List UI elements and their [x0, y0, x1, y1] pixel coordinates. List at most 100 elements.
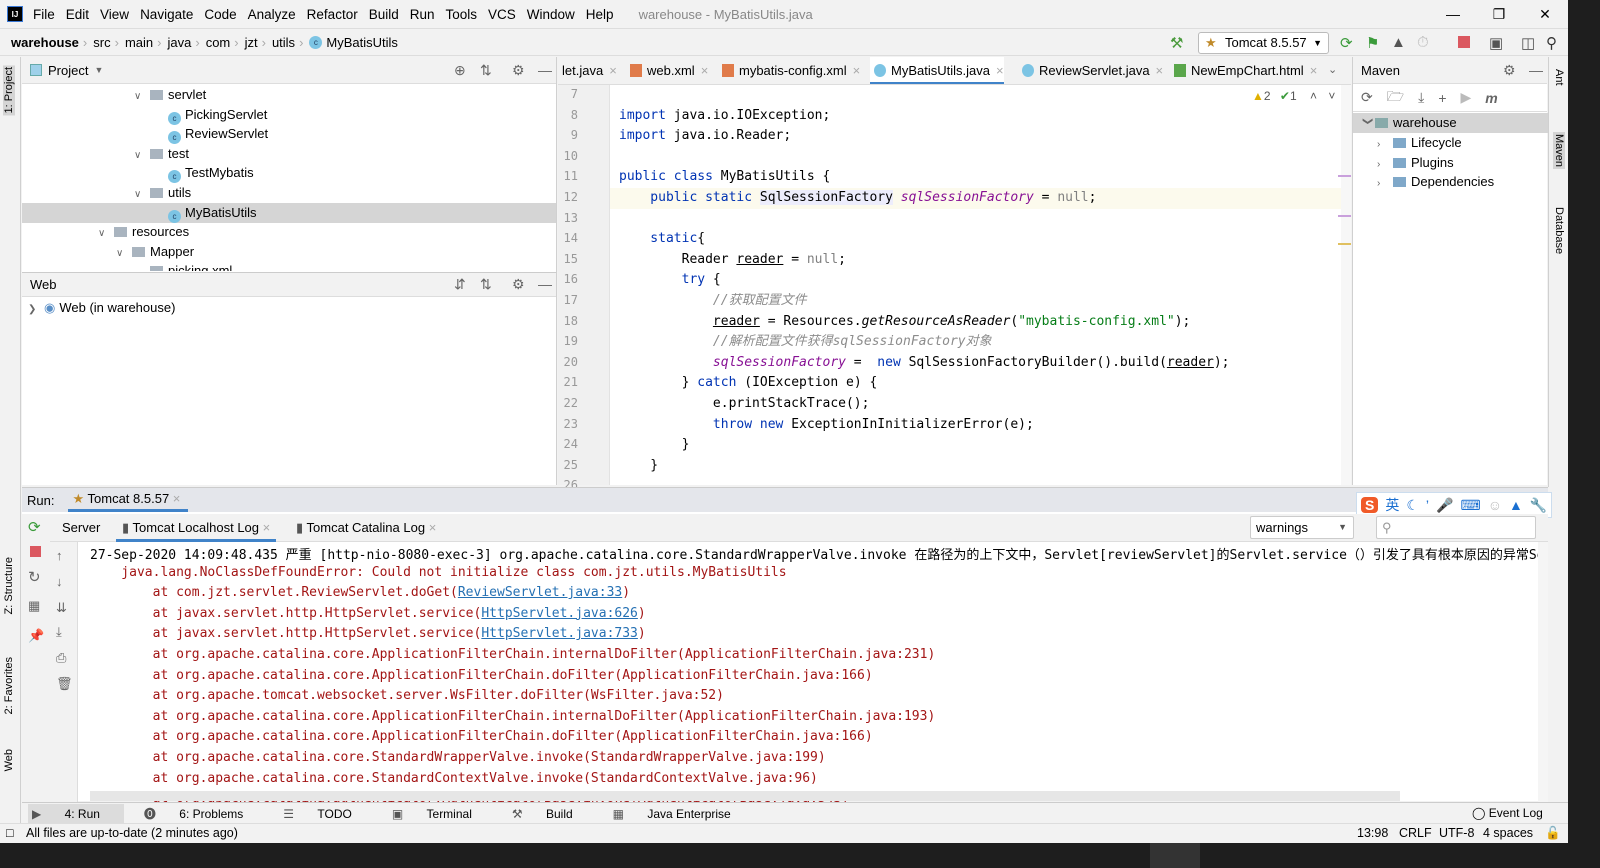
menu-refactor[interactable]: Refactor — [307, 7, 358, 22]
menu-window[interactable]: Window — [527, 7, 575, 22]
hide-icon[interactable]: — — [538, 62, 552, 78]
breadcrumb-item[interactable]: src — [93, 35, 110, 50]
inspection-widget[interactable]: ▲2 ✔1 ˄ ˅ — [1252, 89, 1335, 103]
breadcrumb-item[interactable]: MyBatisUtils — [326, 35, 398, 50]
menu-help[interactable]: Help — [586, 7, 614, 22]
maven-root[interactable]: ❯ warehouse — [1353, 113, 1548, 133]
breadcrumb-item[interactable]: jzt — [245, 35, 258, 50]
breadcrumb-item[interactable]: warehouse — [11, 35, 79, 50]
tool-ant[interactable]: Ant — [1553, 69, 1565, 86]
tool-button-0[interactable]: ▶ 4: Run — [28, 803, 124, 824]
minimize-button[interactable]: — — [1430, 0, 1476, 28]
menu-analyze[interactable]: Analyze — [248, 7, 296, 22]
tree-item[interactable]: ∨ servlet — [22, 85, 556, 105]
indent-setting[interactable]: 4 spaces — [1483, 824, 1533, 843]
taskbar-item[interactable] — [1150, 843, 1200, 868]
restore-button[interactable]: ❐ — [1476, 0, 1522, 28]
layout-icon[interactable]: ▦ — [28, 598, 40, 614]
print-icon[interactable]: ⎙ — [56, 650, 66, 666]
expand-all-icon[interactable]: ⇵ — [454, 276, 466, 293]
subtab-localhost-log[interactable]: ▮ Tomcat Localhost Log × — [116, 514, 277, 542]
close-tab-icon[interactable]: × — [853, 63, 861, 78]
tree-item[interactable]: c PickingServlet — [22, 105, 556, 125]
editor-tab[interactable]: web.xml × — [626, 57, 709, 84]
tool-structure[interactable]: Z: Structure — [3, 557, 15, 614]
menu-tools[interactable]: Tools — [446, 7, 478, 22]
close-tab-icon[interactable]: × — [701, 63, 709, 78]
run-config-select[interactable]: ★ Tomcat 8.5.57 ▼ — [1198, 32, 1329, 54]
tree-item[interactable]: c TestMybatis — [22, 163, 556, 184]
chevron-right-icon[interactable]: › — [1377, 174, 1393, 194]
menu-run[interactable]: Run — [410, 7, 435, 22]
event-log-button[interactable]: ◯ Event Log — [1472, 806, 1543, 820]
subtab-catalina-log[interactable]: ▮ Tomcat Catalina Log × — [290, 514, 442, 542]
hide-icon[interactable]: — — [538, 276, 552, 292]
editor-tab[interactable]: let.java × — [558, 57, 617, 84]
project-structure-icon[interactable]: ▣ — [1489, 34, 1503, 52]
menu-build[interactable]: Build — [369, 7, 399, 22]
breadcrumb-item[interactable]: main — [125, 35, 153, 50]
close-tab-icon[interactable]: × — [1310, 63, 1318, 78]
log-search-input[interactable]: ⚲ — [1376, 516, 1536, 539]
menu-code[interactable]: Code — [204, 7, 236, 22]
close-button[interactable]: ✕ — [1522, 0, 1568, 28]
profile-icon[interactable]: ⏱ — [1417, 34, 1429, 51]
editor-tab[interactable]: MyBatisUtils.java × — [870, 57, 1004, 84]
menu-vcs[interactable]: VCS — [488, 7, 516, 22]
download-icon[interactable]: ⤓ — [1418, 89, 1424, 106]
locate-icon[interactable]: ⊕ — [454, 62, 466, 79]
wrench-icon[interactable]: 🔧 — [1530, 497, 1547, 514]
sogou-icon[interactable]: S — [1361, 497, 1379, 513]
tree-item[interactable]: ∨ Mapper — [22, 242, 556, 262]
scroll-end-icon[interactable]: ⤓ — [56, 624, 62, 640]
rerun-icon[interactable]: ⟳ — [1340, 34, 1353, 52]
tree-item[interactable]: ∨ resources — [22, 222, 556, 242]
log-h-scrollbar[interactable] — [90, 791, 1400, 801]
add-icon[interactable]: + — [1438, 90, 1446, 106]
trash-icon[interactable]: 🗑 — [56, 676, 73, 692]
tool-project[interactable]: 1: Project — [3, 65, 15, 116]
lock-icon[interactable]: 🔓 — [1545, 824, 1561, 843]
menu-file[interactable]: File — [33, 7, 55, 22]
source-link[interactable]: HttpServlet.java:733 — [481, 626, 638, 641]
menu-edit[interactable]: Edit — [66, 7, 89, 22]
editor-tab[interactable]: NewEmpChart.html × — [1170, 57, 1318, 84]
log-v-scrollbar[interactable] — [1538, 542, 1548, 802]
close-tab-icon[interactable]: × — [173, 491, 181, 506]
tool-button-3[interactable]: ▣ Terminal — [392, 804, 492, 824]
restart-icon[interactable]: ↻ — [28, 568, 41, 586]
run-tab-tomcat[interactable]: ★ Tomcat 8.5.57 × — [68, 488, 189, 512]
editor-scrollbar[interactable] — [1338, 85, 1351, 485]
editor-tab[interactable]: ReviewServlet.java × — [1018, 57, 1164, 84]
tool-maven[interactable]: Maven — [1553, 132, 1565, 170]
stop-icon[interactable] — [30, 546, 41, 557]
menu-view[interactable]: View — [100, 7, 129, 22]
gear-icon[interactable]: ⚙ — [512, 62, 525, 79]
soft-wrap-icon[interactable]: ⇊ — [56, 600, 67, 616]
pin-icon[interactable]: 📌 — [28, 628, 44, 644]
tree-item[interactable]: ∨ utils — [22, 183, 556, 203]
terminal-icon[interactable]: ◫ — [1521, 34, 1535, 52]
close-tab-icon[interactable]: × — [1156, 63, 1164, 78]
tool-button-5[interactable]: ▦ Java Enterprise — [613, 804, 751, 824]
rerun-icon[interactable]: ⟳ — [28, 518, 41, 536]
add-folder-icon[interactable]: 🗁 — [1387, 86, 1404, 110]
file-encoding[interactable]: UTF-8 — [1439, 824, 1474, 843]
hide-icon[interactable]: — — [1529, 62, 1543, 78]
close-tab-icon[interactable]: × — [609, 63, 617, 78]
maven-item[interactable]: › Plugins — [1353, 153, 1548, 173]
coverage-icon[interactable]: ▲ — [1391, 34, 1406, 51]
caret-position[interactable]: 13:98 — [1357, 824, 1388, 843]
menu-navigate[interactable]: Navigate — [140, 7, 193, 22]
gear-icon[interactable]: ⚙ — [512, 276, 525, 293]
collapse-all-icon[interactable]: ⇅ — [480, 276, 492, 293]
tree-item[interactable]: c ReviewServlet — [22, 124, 556, 145]
tool-button-1[interactable]: ⓿ 6: Problems — [144, 802, 263, 825]
breadcrumb-item[interactable]: utils — [272, 35, 295, 50]
code-area[interactable]: import java.io.IOException; import java.i… — [558, 85, 1351, 485]
mic-icon[interactable]: 🎤 — [1436, 497, 1453, 514]
breadcrumb-item[interactable]: com — [206, 35, 231, 50]
source-link[interactable]: ReviewServlet.java:33 — [458, 585, 622, 600]
stop-icon[interactable] — [1458, 36, 1470, 48]
close-tab-icon[interactable]: × — [996, 63, 1004, 78]
